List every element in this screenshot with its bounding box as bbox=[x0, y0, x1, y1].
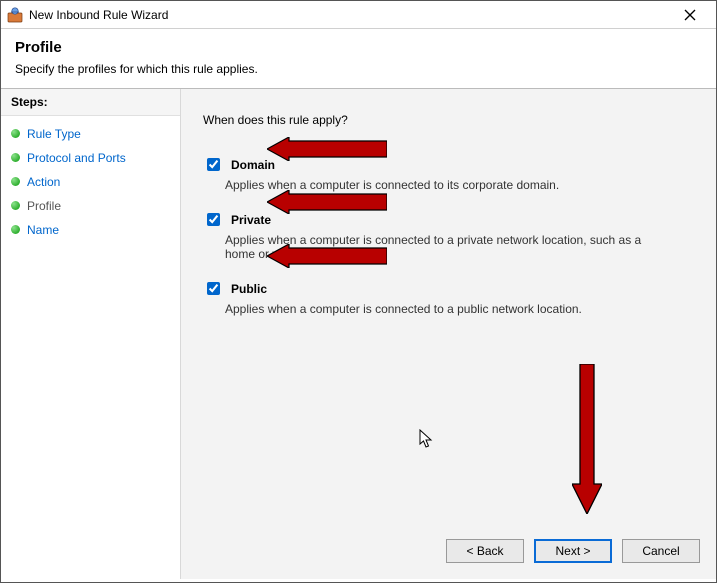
step-item-rule-type[interactable]: Rule Type bbox=[5, 122, 176, 146]
option-label-private: Private bbox=[231, 213, 271, 227]
option-row-private: Private bbox=[203, 210, 694, 229]
content-panel: When does this rule apply? Domain Applies… bbox=[181, 89, 716, 579]
option-row-domain: Domain bbox=[203, 155, 694, 174]
option-public: Public Applies when a computer is connect… bbox=[203, 279, 694, 316]
close-icon bbox=[684, 9, 696, 21]
app-icon bbox=[7, 7, 23, 23]
step-item-name[interactable]: Name bbox=[5, 218, 176, 242]
next-button[interactable]: Next > bbox=[534, 539, 612, 563]
option-description-domain: Applies when a computer is connected to … bbox=[225, 178, 655, 192]
wizard-buttons: < Back Next > Cancel bbox=[446, 539, 700, 563]
checkbox-private[interactable] bbox=[207, 213, 220, 226]
steps-sidebar: Steps: Rule TypeProtocol and PortsAction… bbox=[1, 89, 181, 579]
titlebar: New Inbound Rule Wizard bbox=[1, 1, 716, 29]
option-domain: Domain Applies when a computer is connect… bbox=[203, 155, 694, 192]
wizard-body: Steps: Rule TypeProtocol and PortsAction… bbox=[1, 88, 716, 579]
window-title: New Inbound Rule Wizard bbox=[29, 8, 670, 22]
profile-options: Domain Applies when a computer is connect… bbox=[203, 155, 694, 316]
wizard-header: Profile Specify the profiles for which t… bbox=[1, 29, 716, 88]
step-item-action[interactable]: Action bbox=[5, 170, 176, 194]
checkbox-domain[interactable] bbox=[207, 158, 220, 171]
page-title: Profile bbox=[15, 39, 702, 56]
page-description: Specify the profiles for which this rule… bbox=[15, 62, 702, 76]
close-button[interactable] bbox=[670, 2, 710, 28]
cursor-icon bbox=[419, 429, 435, 452]
steps-heading: Steps: bbox=[1, 89, 180, 116]
cancel-button[interactable]: Cancel bbox=[622, 539, 700, 563]
option-label-domain: Domain bbox=[231, 158, 275, 172]
back-button[interactable]: < Back bbox=[446, 539, 524, 563]
option-private: Private Applies when a computer is connec… bbox=[203, 210, 694, 261]
question-text: When does this rule apply? bbox=[203, 113, 694, 127]
checkbox-public[interactable] bbox=[207, 282, 220, 295]
step-item-protocol-and-ports[interactable]: Protocol and Ports bbox=[5, 146, 176, 170]
option-row-public: Public bbox=[203, 279, 694, 298]
option-description-public: Applies when a computer is connected to … bbox=[225, 302, 655, 316]
annotation-arrow-next bbox=[572, 364, 602, 514]
step-item-profile[interactable]: Profile bbox=[5, 194, 176, 218]
steps-list: Rule TypeProtocol and PortsActionProfile… bbox=[1, 116, 180, 248]
option-description-private: Applies when a computer is connected to … bbox=[225, 233, 655, 261]
option-label-public: Public bbox=[231, 282, 267, 296]
